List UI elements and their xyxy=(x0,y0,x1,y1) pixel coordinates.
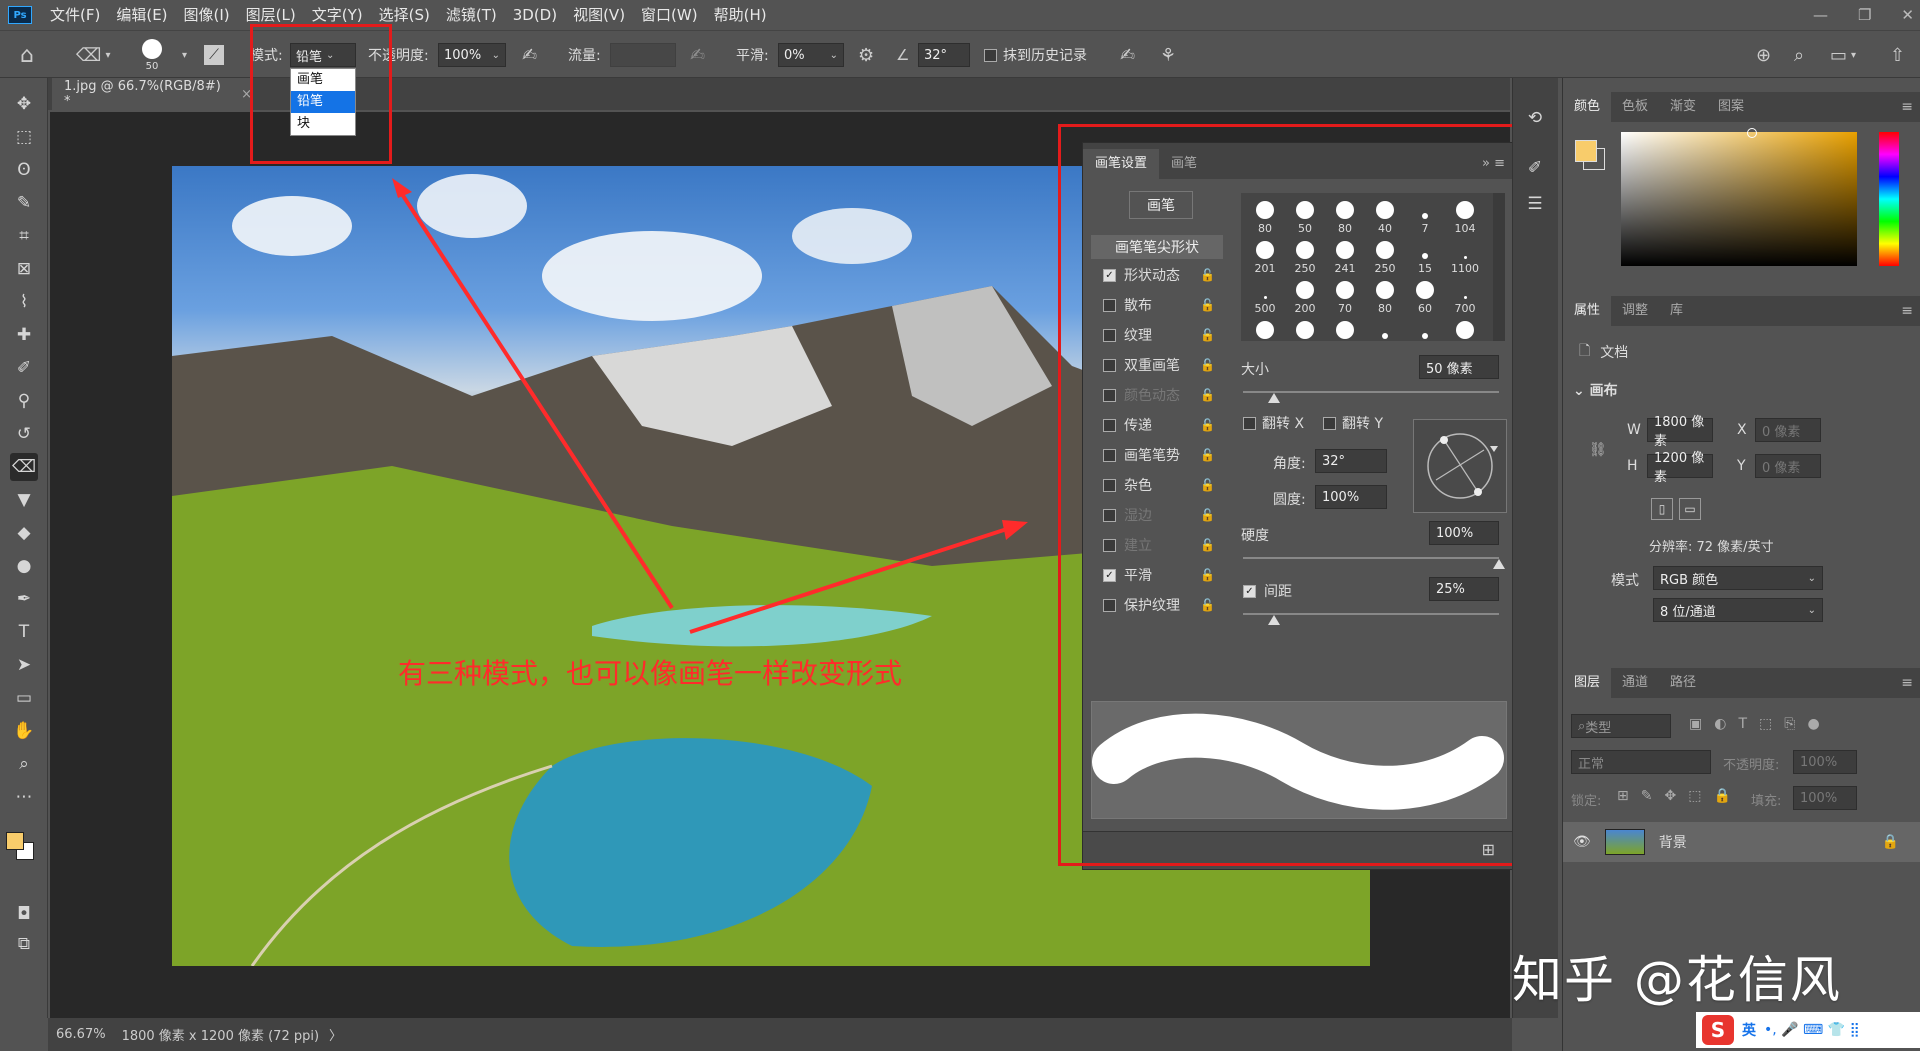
layer-name: 背景 xyxy=(1658,835,1687,851)
y-label: Y xyxy=(1737,458,1746,474)
color-mode-select[interactable]: RGB 颜色 ⌄ xyxy=(1653,566,1823,590)
bit-depth-select[interactable]: 8 位/通道 ⌄ xyxy=(1653,598,1823,622)
tab-paths[interactable]: 路径 xyxy=(1659,668,1707,698)
document-row: 🗋 文档 xyxy=(1579,340,1628,364)
color-picker-field[interactable] xyxy=(1621,128,1857,266)
ime-toolbar-icons[interactable]: •, 🎤 ⌨ 👕 ⣿ xyxy=(1764,1022,1860,1038)
tab-properties[interactable]: 属性 xyxy=(1563,296,1612,326)
fill-input[interactable]: 100% xyxy=(1793,786,1857,810)
hue-slider[interactable] xyxy=(1879,132,1899,266)
lock-position-icon[interactable]: ✥ xyxy=(1664,788,1676,804)
layer-row[interactable]: 👁 背景 🔒 xyxy=(1563,822,1920,862)
tab-swatches[interactable]: 色板 xyxy=(1611,92,1659,122)
x-input[interactable]: 0 像素 xyxy=(1755,418,1821,442)
color-panel-tabs: 颜色 色板 渐变 图案 ≡ xyxy=(1563,92,1920,122)
resolution-text: 分辨率: 72 像素/英寸 xyxy=(1649,540,1774,555)
shape-filter-icon[interactable]: ⬚ xyxy=(1759,716,1772,732)
lock-artboard-icon[interactable]: ⬚ xyxy=(1688,788,1701,804)
lock-label: 锁定: xyxy=(1571,794,1602,809)
lock-pixels-icon[interactable]: ⊞ xyxy=(1617,788,1629,804)
height-input[interactable]: 1200 像素 xyxy=(1647,451,1713,485)
x-label: X xyxy=(1737,422,1747,438)
search-icon: ⌕ xyxy=(1578,718,1586,734)
canvas-label: 画布 xyxy=(1589,383,1618,399)
foreground-color-swatch-panel[interactable] xyxy=(1575,140,1597,162)
color-mode-label: 模式 xyxy=(1611,573,1639,589)
collapsed-panel-dock: ⟲ ✐ ☰ xyxy=(1512,78,1558,1018)
tab-channels[interactable]: 通道 xyxy=(1611,668,1659,698)
document-info: 1800 像素 x 1200 像素 (72 ppi) xyxy=(121,1029,320,1044)
layer-filter-label: 类型 xyxy=(1585,720,1612,736)
watermark-text: 知乎 @花信风 xyxy=(1512,951,1842,1009)
layer-thumbnail xyxy=(1604,829,1645,855)
lock-paint-icon[interactable]: ✎ xyxy=(1641,788,1653,804)
panel-menu-icon[interactable]: ≡ xyxy=(1901,303,1920,319)
adjustment-filter-icon[interactable]: ◐ xyxy=(1714,716,1726,732)
height-label: H xyxy=(1627,458,1638,474)
landscape-orientation-icon[interactable]: ▭ xyxy=(1679,498,1701,520)
smart-filter-icon[interactable]: ⎘ xyxy=(1784,716,1795,732)
fill-label: 填充: xyxy=(1751,794,1782,809)
tab-libraries[interactable]: 库 xyxy=(1659,296,1694,326)
status-arrow-icon[interactable]: 〉 xyxy=(329,1025,342,1044)
brush-settings-icon[interactable]: ✐ xyxy=(1521,154,1549,182)
tab-patterns[interactable]: 图案 xyxy=(1707,92,1755,122)
panel-menu-icon[interactable]: ≡ xyxy=(1901,675,1920,691)
pixel-filter-icon[interactable]: ▣ xyxy=(1689,716,1702,732)
properties-panel-tabs: 属性 调整 库 ≡ xyxy=(1563,296,1920,326)
color-picker-cursor[interactable] xyxy=(1747,128,1757,138)
lock-icon: 🔒 xyxy=(1881,834,1899,850)
adjust-sliders-icon[interactable]: ☰ xyxy=(1521,190,1549,218)
type-filter-icon[interactable]: T xyxy=(1738,716,1747,732)
tab-adjustments[interactable]: 调整 xyxy=(1611,296,1659,326)
color-mode-value: RGB 颜色 xyxy=(1660,572,1719,588)
canvas-section-header[interactable]: ⌄ 画布 xyxy=(1573,380,1618,400)
ime-language[interactable]: 英 xyxy=(1742,1020,1756,1040)
tab-color[interactable]: 颜色 xyxy=(1563,92,1612,122)
y-input[interactable]: 0 像素 xyxy=(1755,454,1821,478)
document-icon: 🗋 xyxy=(1579,343,1591,359)
layer-filter-icons: ▣ ◐ T ⬚ ⎘ ● xyxy=(1689,716,1820,732)
chevron-down-icon: ⌄ xyxy=(1573,383,1590,399)
zoom-level[interactable]: 66.67% xyxy=(56,1027,106,1042)
layer-opacity-input[interactable]: 100% xyxy=(1793,750,1857,774)
layer-opacity-label: 不透明度: xyxy=(1723,758,1780,773)
right-panel-dock: 颜色 色板 渐变 图案 ≡ 属性 调整 库 ≡ 🗋 文档 ⌄ 画布 ⛓ W 180… xyxy=(1562,78,1920,1051)
layer-filter-select[interactable]: ⌕ 类型 xyxy=(1571,714,1671,738)
width-label: W xyxy=(1627,422,1641,438)
bit-depth-value: 8 位/通道 xyxy=(1660,604,1716,620)
filter-toggle-icon[interactable]: ● xyxy=(1807,716,1819,732)
width-input[interactable]: 1800 像素 xyxy=(1647,415,1713,449)
status-bar: 66.67% 1800 像素 x 1200 像素 (72 ppi) 〉 xyxy=(48,1018,1512,1051)
eye-icon[interactable]: 👁 xyxy=(1573,834,1591,850)
panel-menu-icon[interactable]: ≡ xyxy=(1901,99,1920,115)
history-icon[interactable]: ⟲ xyxy=(1521,104,1549,132)
tab-gradients[interactable]: 渐变 xyxy=(1659,92,1707,122)
portrait-orientation-icon[interactable]: ▯ xyxy=(1651,498,1673,520)
sogou-logo[interactable]: S xyxy=(1702,1015,1734,1045)
highlight-box-brush-panel xyxy=(1058,124,1522,866)
tab-layers[interactable]: 图层 xyxy=(1563,668,1612,698)
document-label: 文档 xyxy=(1600,345,1629,361)
layers-panel-tabs: 图层 通道 路径 ≡ xyxy=(1563,668,1920,698)
lock-all-icon[interactable]: 🔒 xyxy=(1713,788,1730,804)
ime-toolbar: S 英 •, 🎤 ⌨ 👕 ⣿ xyxy=(1696,1012,1920,1048)
lock-icons: ⊞ ✎ ✥ ⬚ 🔒 xyxy=(1617,788,1731,804)
highlight-box-mode xyxy=(250,24,392,164)
link-icon[interactable]: ⛓ xyxy=(1589,442,1607,458)
annotation-text: 有三种模式，也可以像画笔一样改变形式 xyxy=(398,657,903,690)
blend-mode-select[interactable]: 正常 xyxy=(1571,750,1711,774)
